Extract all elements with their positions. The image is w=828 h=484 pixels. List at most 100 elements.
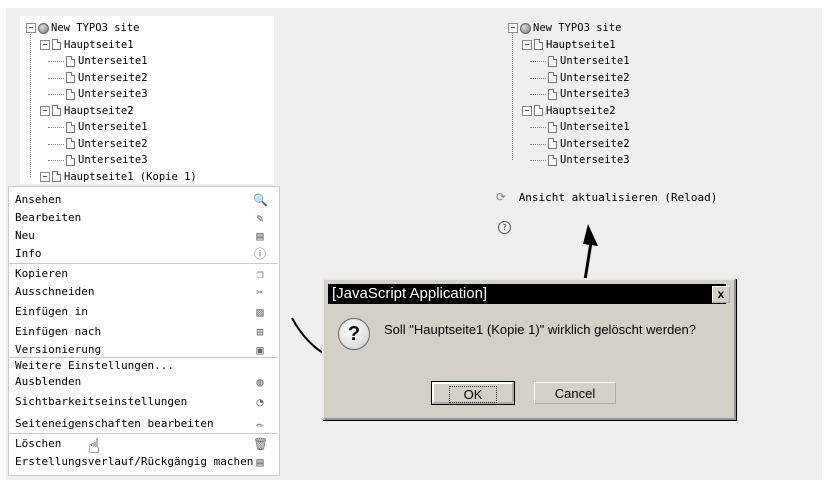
tree-label: Hauptseite1 (Kopie 1) — [64, 170, 197, 183]
tree-connector — [48, 160, 64, 161]
dialog-message: Soll "Hauptseite1 (Kopie 1)" wirklich ge… — [384, 322, 696, 337]
tree-item-page[interactable]: − Hauptseite1 — [40, 37, 134, 53]
tree-label: Unterseite2 — [560, 137, 630, 150]
tree-label: Hauptseite1 — [64, 38, 134, 51]
tree-label: Unterseite2 — [78, 71, 148, 84]
trash-icon: 🗑 — [253, 437, 269, 451]
menu-item-label: Erstellungsverlauf/Rückgängig machen — [15, 455, 254, 468]
menu-separator — [9, 433, 277, 434]
menu-item-label: Neu — [15, 229, 35, 242]
tree-label: Unterseite1 — [78, 121, 148, 133]
page-icon — [66, 154, 75, 166]
collapse-icon[interactable]: − — [40, 171, 50, 182]
menu-item[interactable]: Sichtbarkeitseinstellungen ◔ — [9, 393, 277, 411]
page-icon — [548, 154, 557, 166]
tree-item-subpage[interactable]: Unterseite3 — [548, 152, 630, 168]
tree-label: Unterseite1 — [560, 55, 630, 67]
page-icon — [534, 105, 543, 116]
page-icon — [52, 39, 61, 50]
tree-root[interactable]: − New TYPO3 site — [508, 20, 622, 36]
tree-item-subpage[interactable]: Unterseite2 — [66, 70, 148, 86]
collapse-icon[interactable]: − — [40, 39, 50, 50]
tree-item-subpage[interactable]: Unterseite3 — [66, 86, 148, 102]
hand-cursor-icon: ☝ — [88, 434, 101, 458]
reload-link[interactable]: ⟳ Ansicht aktualisieren (Reload) — [496, 190, 717, 204]
tree-item-page[interactable]: − Hauptseite1 (Kopie 1) — [40, 169, 197, 185]
ok-button[interactable]: OK — [431, 381, 515, 405]
menu-item-label: Einfügen nach — [15, 325, 102, 338]
menu-item-label: Ausschneiden — [15, 285, 95, 298]
tree-item-page[interactable]: − Hauptseite2 — [40, 103, 134, 119]
pencil-icon: ✏ — [256, 417, 264, 431]
tree-item-subpage[interactable]: Unterseite3 — [66, 152, 148, 168]
menu-item[interactable]: Ausschneiden ✂ — [9, 283, 277, 301]
collapse-icon[interactable]: − — [26, 23, 36, 33]
tree-item-subpage[interactable]: Unterseite1 — [548, 53, 630, 69]
menu-item[interactable]: Kopieren ❐ — [9, 265, 277, 283]
menu-item-label: Info — [15, 247, 42, 260]
context-menu: Ansehen 🔍 Bearbeiten ✎ Neu ▤ Info ⓘ Kopieren ❐ Aus… — [8, 186, 280, 476]
page-icon — [534, 39, 543, 50]
menu-item[interactable]: Erstellungsverlauf/Rückgängig machen ▤ — [9, 453, 277, 471]
menu-separator — [9, 263, 277, 264]
tree-connector — [530, 143, 546, 145]
menu-item[interactable]: Info ⓘ — [9, 245, 277, 263]
collapse-icon[interactable]: − — [522, 39, 532, 50]
menu-item[interactable]: Ausblenden ◍ — [9, 373, 277, 391]
tree-label: New TYPO3 site — [51, 22, 140, 34]
tree-item-subpage[interactable]: Unterseite1 — [66, 119, 148, 135]
tree-item-subpage[interactable]: Unterseite1 — [548, 119, 630, 135]
tree-root[interactable]: − New TYPO3 site — [26, 20, 140, 36]
confirm-dialog: [JavaScript Application] x ? Soll "Haupt… — [322, 278, 736, 420]
tree-label: Unterseite2 — [560, 71, 630, 84]
collapse-icon[interactable]: − — [508, 23, 518, 33]
tree-item-page[interactable]: − Hauptseite2 — [522, 103, 616, 119]
version-icon: ▣ — [256, 343, 264, 357]
tree-label: Unterseite1 — [560, 121, 630, 133]
tree-item-subpage[interactable]: Unterseite2 — [66, 136, 148, 152]
page-icon — [66, 55, 75, 67]
tree-item-subpage[interactable]: Unterseite3 — [548, 86, 630, 102]
menu-item-label: Einfügen in — [15, 305, 88, 318]
tree-connector — [512, 32, 513, 160]
tree-item-subpage[interactable]: Unterseite2 — [548, 136, 630, 152]
menu-item[interactable]: Einfügen in ▨ — [9, 303, 277, 321]
menu-item[interactable]: Bearbeiten ✎ — [9, 209, 277, 227]
tree-connector — [48, 77, 64, 79]
tree-label: Unterseite1 — [78, 55, 148, 67]
tree-label: Hauptseite1 — [546, 38, 616, 51]
page-icon — [52, 171, 61, 182]
menu-item-label: Sichtbarkeitseinstellungen — [15, 395, 188, 408]
visibility-icon: ◔ — [256, 395, 264, 409]
hide-icon: ◍ — [256, 375, 264, 389]
menu-item[interactable]: Neu ▤ — [9, 227, 277, 245]
page-icon — [548, 121, 557, 133]
tree-connector — [530, 127, 546, 128]
tree-item-subpage[interactable]: Unterseite2 — [548, 70, 630, 86]
copy-icon: ❐ — [256, 267, 264, 281]
tree-item-page[interactable]: − Hauptseite1 — [522, 37, 616, 53]
cancel-button[interactable]: Cancel — [534, 382, 616, 404]
close-icon[interactable]: x — [712, 286, 730, 303]
menu-item[interactable]: Einfügen nach ⊞ — [9, 323, 277, 341]
tree-label: Unterseite3 — [560, 88, 630, 100]
tree-connector — [48, 94, 64, 95]
reload-label: Ansicht aktualisieren (Reload) — [518, 191, 718, 204]
page-icon — [548, 72, 557, 83]
menu-item-label: Ausblenden — [15, 375, 82, 388]
tree-connector — [30, 32, 31, 177]
help-icon[interactable]: ? — [498, 221, 511, 234]
menu-item[interactable]: Löschen 🗑 — [9, 435, 277, 453]
ok-label: OK — [448, 386, 498, 403]
menu-item[interactable]: Seiteneigenschaften bearbeiten ✏ — [9, 415, 277, 433]
magnifier-icon: 🔍 — [253, 193, 268, 207]
collapse-icon[interactable]: − — [40, 105, 50, 116]
page-icon — [52, 105, 61, 116]
page-icon — [66, 72, 75, 83]
collapse-icon[interactable]: − — [522, 105, 532, 116]
tree-item-subpage[interactable]: Unterseite1 — [66, 53, 148, 69]
menu-item[interactable]: Ansehen 🔍 — [9, 191, 277, 209]
tree-label: Unterseite3 — [560, 154, 630, 166]
tree-label: Hauptseite2 — [64, 104, 134, 117]
edit-icon: ✎ — [256, 211, 264, 225]
